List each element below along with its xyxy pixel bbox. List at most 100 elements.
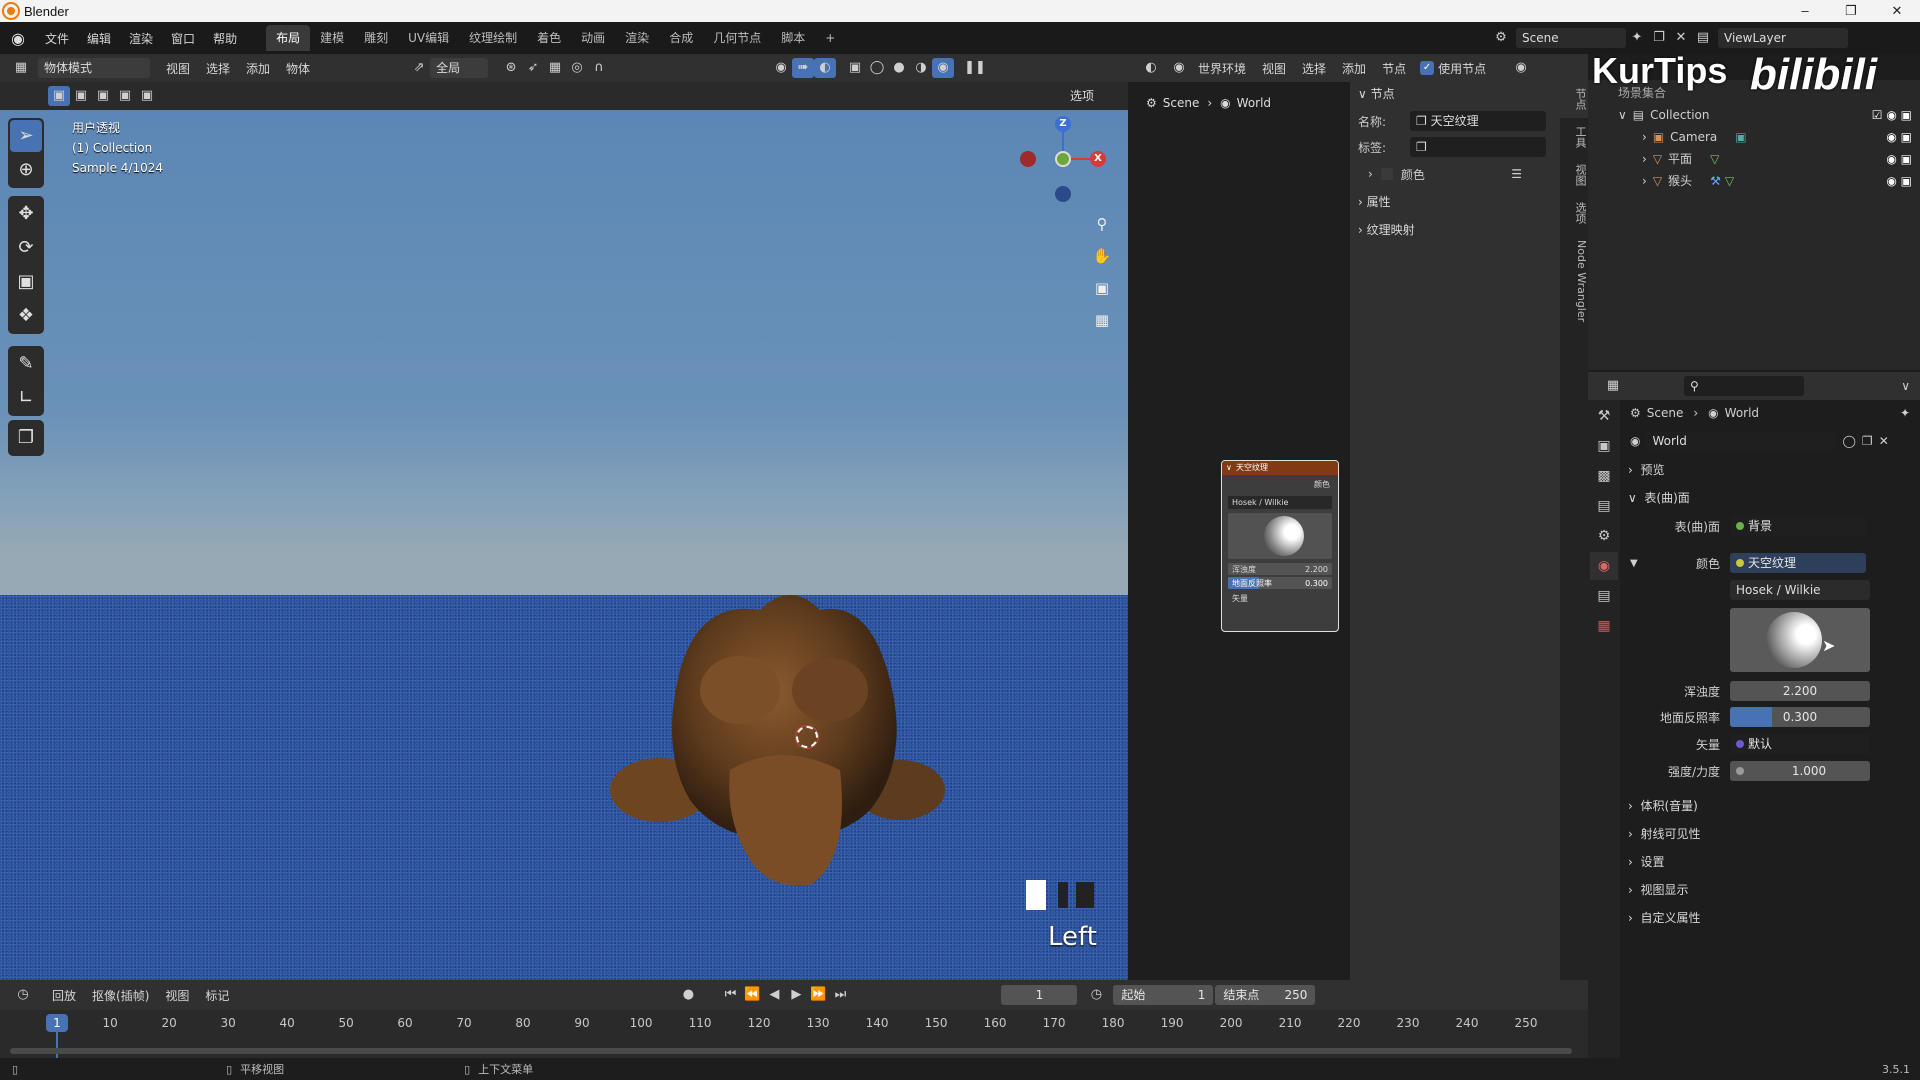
world-name-field[interactable]: World (1646, 431, 1837, 451)
node-turbidity-field[interactable]: 浑浊度 2.200 (1228, 563, 1332, 575)
sidebar-tab-node[interactable]: 节点 (1560, 80, 1588, 118)
gizmo-neg-z-axis[interactable] (1055, 186, 1071, 202)
menu-view[interactable]: 视图 (158, 60, 198, 77)
tab-rendering[interactable]: 渲染 (615, 25, 659, 51)
timeline-menu-playback[interactable]: 回放 (44, 987, 84, 1004)
props-pin-icon[interactable]: ✦ (1900, 406, 1910, 420)
mode-selector[interactable]: 物体模式 (38, 58, 150, 78)
world-tab-icon[interactable]: ◉ (1590, 552, 1618, 580)
transform-icon[interactable]: ❖ (10, 300, 42, 332)
collection-visibility-icons[interactable]: ☑ ◉ ▣ (1872, 104, 1912, 126)
pin-icon[interactable]: ✦ (1626, 28, 1648, 48)
menu-window[interactable]: 窗口 (162, 30, 204, 47)
timeline-scrollbar[interactable] (10, 1048, 1572, 1054)
color-checkbox[interactable] (1380, 168, 1393, 180)
outliner-item-camera[interactable]: › ▣ Camera ▣ ◉ ▣ (1588, 126, 1920, 148)
node-section-header[interactable]: ∨ 节点 (1350, 80, 1560, 108)
select-subtract-icon[interactable]: ▣ (92, 86, 114, 106)
ortho-grid-icon[interactable]: ▦ (1088, 306, 1116, 334)
section-volume[interactable]: › 体积(音量) (1620, 792, 1920, 820)
duplicate-world-icon[interactable]: ❐ (1862, 434, 1873, 448)
timeline-editor-icon[interactable]: ◷ (12, 985, 34, 1005)
breadcrumb-scene[interactable]: Scene (1163, 96, 1200, 110)
move-icon[interactable]: ✥ (10, 198, 42, 230)
properties-section-header[interactable]: › 属性 (1350, 188, 1560, 216)
rotate-icon[interactable]: ⟳ (10, 232, 42, 264)
sidebar-tab-node-wrangler[interactable]: Node Wrangler (1560, 232, 1588, 330)
annotate-icon[interactable]: ✎ (10, 348, 42, 380)
measure-icon[interactable]: ∟ (10, 382, 42, 414)
play-reverse-icon[interactable]: ◀ (763, 985, 785, 1005)
pivot-icon[interactable]: ⊛ (500, 58, 522, 78)
sky-preview[interactable]: ➤ (1730, 608, 1870, 672)
tab-sculpting[interactable]: 雕刻 (354, 25, 398, 51)
falloff-icon[interactable]: ∩ (588, 58, 610, 78)
tab-uv-editing[interactable]: UV编辑 (398, 25, 459, 51)
output-tab-icon[interactable]: ▩ (1590, 462, 1618, 490)
start-frame-field[interactable]: 起始 1 (1113, 985, 1214, 1005)
timeline-menu-marker[interactable]: 标记 (197, 987, 237, 1004)
end-frame-field[interactable]: 结束点 250 (1215, 985, 1316, 1005)
tab-layout[interactable]: 布局 (266, 25, 311, 51)
transform-orientation[interactable]: 全局 (430, 58, 489, 78)
restore-icon[interactable]: ❐ (1828, 0, 1874, 22)
gizmo-x-axis[interactable]: X (1090, 151, 1106, 167)
menu-render[interactable]: 渲染 (120, 30, 162, 47)
surface-shader-field[interactable]: 背景 (1730, 516, 1866, 536)
color-presets-icon[interactable]: ☰ (1511, 167, 1522, 181)
timeline-menu-keying[interactable]: 抠像(插帧) (84, 987, 157, 1004)
albedo-field[interactable]: 0.300 (1730, 707, 1870, 727)
node-menu-select[interactable]: 选择 (1294, 60, 1334, 77)
view-layer-tab-icon[interactable]: ▤ (1590, 492, 1618, 520)
menu-select[interactable]: 选择 (198, 60, 238, 77)
properties-editor-icon[interactable]: ▦ (1602, 376, 1624, 396)
use-nodes-checkbox[interactable]: ✓ (1420, 61, 1435, 75)
viewlayer-icon[interactable]: ▤ (1692, 28, 1714, 48)
options-dropdown[interactable]: 选项 (1064, 86, 1124, 106)
select-new-icon[interactable]: ▣ (48, 86, 70, 106)
menu-edit[interactable]: 编辑 (78, 30, 120, 47)
node-editor-type-icon[interactable]: ◐ (1140, 58, 1162, 78)
tab-compositing[interactable]: 合成 (659, 25, 703, 51)
add-cube-icon[interactable]: ❐ (10, 422, 42, 454)
preview-range-icon[interactable]: ◷ (1085, 985, 1107, 1005)
record-icon[interactable]: ● (677, 985, 699, 1005)
render-tab-icon[interactable]: ▣ (1590, 432, 1618, 460)
menu-help[interactable]: 帮助 (204, 30, 246, 47)
select-box-icon[interactable]: ➢ (10, 120, 42, 152)
play-icon[interactable]: ▶ (785, 985, 807, 1005)
sky-texture-node[interactable]: ∨ 天空纹理 颜色 Hosek / Wilkie 浑浊度 2.200 地面反照率 0.… (1221, 460, 1339, 632)
sidebar-tab-view[interactable]: 视图 (1560, 156, 1588, 194)
pause-render-icon[interactable]: ❚❚ (964, 58, 986, 78)
tab-scripting[interactable]: 脚本 (771, 25, 815, 51)
gizmo-toggle-icon[interactable]: ➠ (792, 58, 815, 78)
sidebar-tab-options[interactable]: 选项 (1560, 194, 1588, 232)
sidebar-tab-tool[interactable]: 工具 (1560, 118, 1588, 156)
proportional-icon[interactable]: ◎ (566, 58, 588, 78)
scene-icon[interactable]: ⚙ (1490, 28, 1512, 48)
new-scene-icon[interactable]: ❐ (1648, 28, 1670, 48)
color-expand-icon-props[interactable]: ▼ (1620, 558, 1640, 569)
texture-tab-icon[interactable]: ▦ (1590, 612, 1618, 640)
section-surface[interactable]: ∨ 表(曲)面 (1620, 484, 1920, 512)
shading-solid-icon[interactable]: ● (888, 58, 910, 78)
3d-cursor-icon[interactable] (796, 726, 818, 748)
node-menu-node[interactable]: 节点 (1374, 60, 1414, 77)
section-ray-visibility[interactable]: › 射线可见性 (1620, 820, 1920, 848)
section-viewport-display[interactable]: › 视图显示 (1620, 876, 1920, 904)
tab-shading[interactable]: 着色 (527, 25, 571, 51)
minimize-icon[interactable]: – (1782, 0, 1828, 22)
sky-model-dropdown[interactable]: Hosek / Wilkie (1730, 580, 1870, 600)
unlink-world-icon[interactable]: ✕ (1879, 434, 1889, 448)
cursor-tool-icon[interactable]: ⊕ (10, 154, 42, 186)
world-type-icon[interactable]: ◉ (1168, 58, 1190, 78)
section-custom-properties[interactable]: › 自定义属性 (1620, 904, 1920, 932)
snap-icon[interactable]: ➶ (522, 58, 544, 78)
tab-geometry-nodes[interactable]: 几何节点 (703, 25, 771, 51)
editor-type-icon[interactable]: ▦ (10, 58, 32, 78)
outliner-item-collection[interactable]: ∨ ▤ Collection ☑ ◉ ▣ (1588, 104, 1920, 126)
menu-add[interactable]: 添加 (238, 60, 278, 77)
breadcrumb-world[interactable]: World (1237, 96, 1271, 110)
camera-visibility-icons[interactable]: ◉ ▣ (1886, 126, 1912, 148)
fake-user-icon[interactable]: ◯ (1842, 434, 1855, 448)
